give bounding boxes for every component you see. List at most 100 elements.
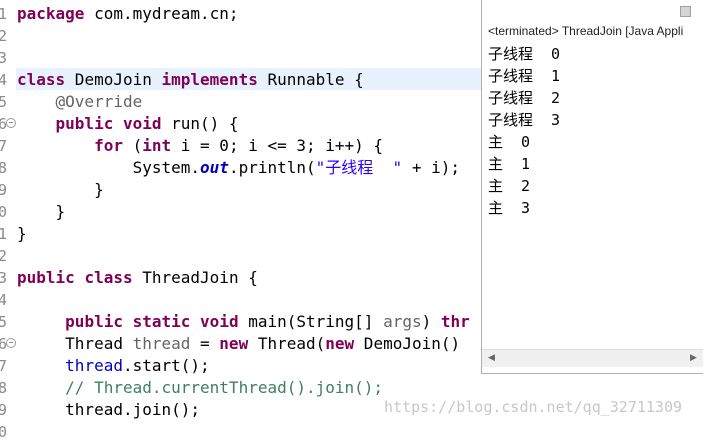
console-output-line: 主 3: [488, 199, 531, 217]
scroll-right-icon[interactable]: ▶: [690, 353, 697, 363]
code-token: @Override: [17, 92, 143, 111]
code-line: public void run() {: [17, 113, 239, 135]
code-token: out: [200, 158, 229, 177]
code-token: Thread: [17, 334, 133, 353]
console-output-line: 子线程 3: [488, 111, 561, 129]
code-line: }: [17, 223, 27, 245]
line-number: 1: [0, 225, 8, 243]
code-line: @Override: [17, 91, 143, 113]
line-number: 4: [0, 71, 8, 89]
code-token: class: [84, 268, 133, 287]
code-token: package: [17, 4, 85, 23]
code-token: }: [17, 224, 27, 243]
code-token: .println(: [228, 158, 316, 177]
console-output-line: 主 0: [488, 133, 531, 151]
console-title: <terminated> ThreadJoin [Java Appli: [488, 24, 684, 38]
code-token: thread.join();: [17, 400, 201, 419]
code-line: public static void main(String[] args) t…: [17, 311, 470, 333]
code-line: Thread thread = new Thread(new DemoJoin(…: [17, 333, 460, 355]
code-token: args: [383, 312, 422, 331]
line-number: 8: [0, 379, 8, 397]
code-token: static: [132, 312, 191, 331]
code-token: public: [65, 312, 123, 331]
code-token: implements: [161, 70, 258, 89]
code-token: + i);: [402, 158, 460, 177]
line-number: 8: [0, 159, 8, 177]
code-line: }: [17, 201, 66, 223]
line-number: 2: [0, 27, 8, 45]
code-token: void: [200, 312, 239, 331]
code-token: new: [325, 334, 355, 353]
code-line: public class ThreadJoin {: [17, 267, 258, 289]
console-output-line: 子线程 0: [488, 45, 561, 63]
code-token: run() {: [161, 114, 239, 133]
console-view[interactable]: <terminated> ThreadJoin [Java Appli 子线程 …: [481, 0, 703, 374]
line-number: 5: [0, 93, 8, 111]
code-line: for (int i = 0; i <= 3; i++) {: [17, 135, 383, 157]
console-output-line: 子线程 1: [488, 67, 561, 85]
code-token: i = 0; i <= 3; i++) {: [171, 136, 384, 155]
code-token: Runnable {: [257, 70, 364, 89]
fold-toggle-icon[interactable]: −: [6, 118, 16, 128]
code-token: public: [17, 268, 75, 287]
code-line: }: [17, 179, 104, 201]
line-number: 9: [0, 401, 8, 419]
console-output-line: 主 1: [488, 155, 531, 173]
code-token: thread: [65, 356, 123, 375]
line-number: 5: [0, 313, 8, 331]
terminate-icon[interactable]: [680, 6, 691, 17]
console-output-line: 子线程 2: [488, 89, 561, 107]
code-line: System.out.println("子线程 " + i);: [17, 157, 460, 179]
code-token: }: [17, 180, 104, 199]
code-token: void: [122, 114, 162, 133]
console-output-line: 主 2: [488, 177, 531, 195]
code-line: class DemoJoin implements Runnable {: [17, 69, 364, 91]
line-number: 1: [0, 5, 8, 23]
code-token: for: [94, 136, 123, 155]
code-token: new: [219, 334, 249, 353]
code-line: package com.mydream.cn;: [17, 3, 239, 25]
code-token: "子线程 ": [315, 158, 403, 177]
horizontal-scrollbar[interactable]: ◀ ▶: [482, 349, 703, 367]
code-line: thread.join();: [17, 399, 200, 421]
code-token: thr: [440, 312, 470, 331]
scroll-left-icon[interactable]: ◀: [488, 353, 495, 363]
code-token: com.mydream.cn;: [84, 4, 239, 23]
line-number: 0: [0, 203, 8, 221]
code-token: }: [17, 202, 66, 221]
line-number: 9: [0, 181, 8, 199]
code-token: class: [17, 70, 66, 89]
line-number: 7: [0, 357, 8, 375]
fold-toggle-icon[interactable]: −: [6, 338, 16, 348]
line-number-gutter: 12345678901234567890: [0, 0, 14, 441]
code-token: ): [421, 312, 441, 331]
code-token: =: [190, 334, 220, 353]
code-token: .start();: [122, 356, 210, 375]
line-number: 2: [0, 247, 8, 265]
code-token: int: [142, 136, 172, 155]
watermark: https://blog.csdn.net/qq_32711309: [384, 398, 683, 416]
code-token: thread: [132, 334, 191, 353]
line-number: 0: [0, 423, 8, 441]
code-line: thread.start();: [17, 355, 210, 377]
code-line: // Thread.currentThread().join();: [17, 377, 383, 399]
line-number: 4: [0, 291, 8, 309]
line-number: 3: [0, 49, 8, 67]
code-token: (: [122, 136, 143, 155]
line-number: 7: [0, 137, 8, 155]
code-token: DemoJoin(): [354, 334, 461, 353]
code-token: main(String[]: [238, 312, 384, 331]
line-number: 3: [0, 269, 8, 287]
code-token: DemoJoin: [65, 70, 162, 89]
code-token: ThreadJoin {: [132, 268, 258, 287]
code-token: public: [55, 114, 114, 133]
